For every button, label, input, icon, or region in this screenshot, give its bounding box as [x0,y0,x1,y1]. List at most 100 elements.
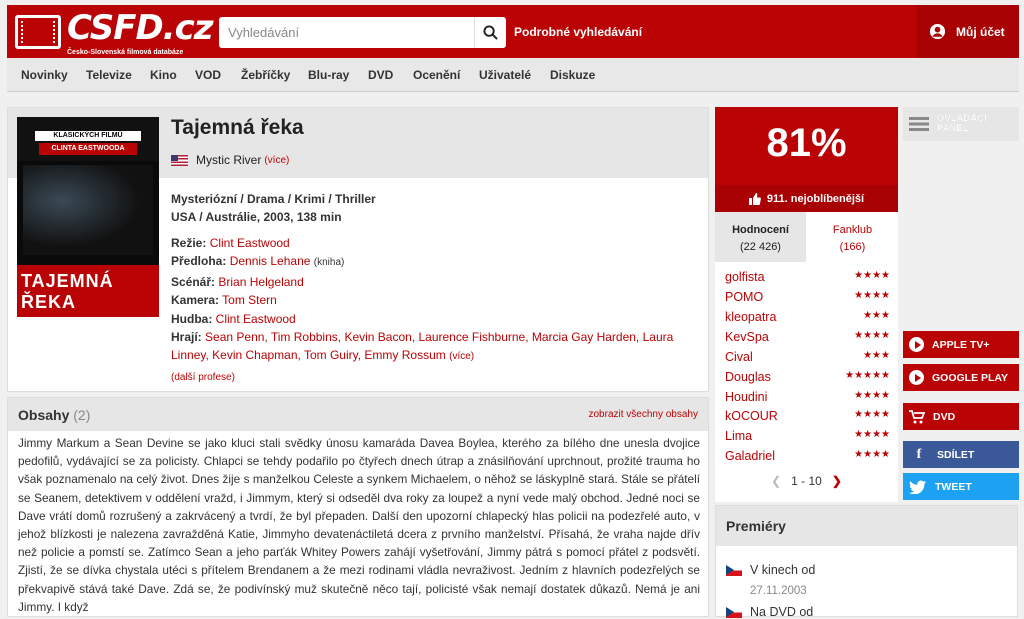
csfd-logo[interactable]: CSFD.cz Česko-Slovenská filmová databáze [15,9,214,56]
film-title: Tajemná řeka [171,116,304,139]
stars-icon: ★★★★ [854,270,890,281]
film-poster[interactable]: KLASICKÝCH FILMŮ CLINTA EASTWOODA TAJEMN… [17,117,159,317]
premieres-heading: Premiéry [716,506,1017,546]
user-ratings-list: golfista ★★★★ POMO ★★★★ kleopatra ★★★ KevSp… [715,262,898,502]
film-meta: Mysteriózní / Drama / Krimi / Thriller U… [171,190,376,226]
nav-item-charts[interactable]: Žebříčky [241,68,290,82]
more-titles-link[interactable]: (více) [264,155,289,166]
film-origin: USA / Austrálie, 2003, 138 min [171,210,342,224]
advanced-search-link[interactable]: Podrobné vyhledávání [514,25,642,39]
stars-icon: ★★★★ [854,330,890,341]
search-button[interactable] [474,17,506,48]
play-icon [909,370,924,385]
popularity-rank[interactable]: 911. nejoblíbenější [715,185,898,212]
nav-item-vod[interactable]: VOD [195,68,221,82]
stars-icon: ★★★ [863,310,890,321]
control-panel-label: OVLÁDACÍ PANEL [937,113,987,134]
show-all-plots-link[interactable]: zobrazit všechny obsahy [588,409,698,420]
film-strip-icon [15,15,61,49]
cast-links[interactable]: Sean Penn, Tim Robbins, Kevin Bacon, Lau… [205,330,673,344]
facebook-share-button[interactable]: f SDÍLET [903,441,1019,468]
premieres-box: Premiéry V kinech od 27.11.2003 Na DVD o… [715,505,1018,619]
user-rating-row[interactable]: Lima ★★★★ [725,429,890,449]
nav-item-dvd[interactable]: DVD [368,68,393,82]
ratings-pager: ❮ 1 - 10 ❯ [715,474,898,488]
stars-icon: ★★★★★ [845,370,890,381]
plot-count: (2) [73,407,91,423]
premiere-cinema-date: 27.11.2003 [750,585,807,597]
poster-series-label: KLASICKÝCH FILMŮ [35,131,141,141]
account-label: Můj účet [956,24,1005,39]
original-title-row: Mystic River (více) [171,153,289,167]
nav-item-bluray[interactable]: Blu-ray [308,68,349,82]
poster-title: TAJEMNÁ ŘEKA [17,265,159,317]
search-icon [483,25,498,40]
premiere-cinema-row: V kinech od [726,563,815,577]
twitter-icon [909,480,926,494]
user-rating-row[interactable]: Cival ★★★ [725,350,890,370]
nav-item-cinema[interactable]: Kino [150,68,177,82]
prev-page-icon[interactable]: ❮ [771,474,781,488]
user-rating-row[interactable]: kleopatra ★★★ [725,310,890,330]
rating-tabs: Hodnocení (22 426) Fanklub (166) [715,212,898,262]
account-button[interactable]: Můj účet [917,5,1019,58]
poster-director-label: CLINTA EASTWOODA [39,143,137,155]
logo-subtitle: Česko-Slovenská filmová databáze [67,49,184,56]
nav-item-news[interactable]: Novinky [21,68,68,82]
plot-text: Jimmy Markum a Sean Devine se jako kluci… [18,436,700,614]
tweet-button[interactable]: TWEET [903,473,1019,500]
rank-label: 911. nejoblíbenější [766,192,865,205]
user-rating-row[interactable]: Houdini ★★★★ [725,390,890,410]
cast-links-2[interactable]: Linney, Kevin Chapman, Tom Guiry, Emmy R… [171,348,446,362]
logo-text: CSFD.cz [67,8,214,48]
film-info-box: KLASICKÝCH FILMŮ CLINTA EASTWOODA TAJEMN… [7,107,709,392]
stars-icon: ★★★★ [854,390,890,401]
dvd-buy-button[interactable]: DVD [903,403,1019,430]
menu-icon [909,117,929,131]
original-title: Mystic River [196,153,262,167]
more-professions-link[interactable]: (další profese) [171,372,235,383]
user-rating-row[interactable]: POMO ★★★★ [725,290,890,310]
film-genres: Mysteriózní / Drama / Krimi / Thriller [171,192,376,206]
google-play-button[interactable]: GOOGLE PLAY [903,364,1019,391]
cz-flag-icon [726,564,742,576]
camera-link[interactable]: Tom Stern [222,293,277,307]
writer-link[interactable]: Brian Helgeland [218,275,303,289]
plot-header: Obsahy (2) zobrazit všechny obsahy [8,398,708,431]
user-icon [929,23,946,40]
source-author-link[interactable]: Dennis Lehane [230,254,311,268]
facebook-icon: f [916,446,922,462]
user-rating-row[interactable]: kOCOUR ★★★★ [725,409,890,429]
next-page-icon[interactable]: ❯ [832,474,842,488]
user-rating-row[interactable]: Galadriel ★★★★ [725,449,890,469]
tab-ratings[interactable]: Hodnocení (22 426) [715,212,806,262]
cz-flag-icon [726,606,742,618]
plot-box: Obsahy (2) zobrazit všechny obsahy Jimmy… [7,397,709,617]
apple-tv-button[interactable]: APPLE TV+ [903,331,1019,358]
stars-icon: ★★★★ [854,429,890,440]
tab-fanclub[interactable]: Fanklub (166) [807,212,898,262]
stars-icon: ★★★ [863,350,890,361]
rating-percent: 81% [766,121,847,165]
user-rating-row[interactable]: golfista ★★★★ [725,270,890,290]
nav-item-tv[interactable]: Televize [86,68,132,82]
thumbs-up-icon [748,192,761,205]
search-input[interactable] [219,17,469,48]
top-bar: CSFD.cz Česko-Slovenská filmová databáze… [7,5,1019,58]
director-link[interactable]: Clint Eastwood [210,236,290,250]
stars-icon: ★★★★ [854,409,890,420]
stars-icon: ★★★★ [854,449,890,460]
main-nav: Novinky Televize Kino VOD Žebříčky Blu-r… [7,58,1019,92]
user-rating-row[interactable]: Douglas ★★★★★ [725,370,890,390]
search-box [219,17,506,48]
music-link[interactable]: Clint Eastwood [216,312,296,326]
us-flag-icon [171,154,188,166]
more-cast-link[interactable]: (více) [449,351,474,362]
nav-item-awards[interactable]: Ocenění [413,68,460,82]
control-panel-button[interactable]: OVLÁDACÍ PANEL [903,107,1019,141]
rating-box: 81% 911. nejoblíbenější [715,107,898,212]
pager-label: 1 - 10 [791,474,822,488]
nav-item-users[interactable]: Uživatelé [479,68,531,82]
nav-item-discussion[interactable]: Diskuze [550,68,595,82]
user-rating-row[interactable]: KevSpa ★★★★ [725,330,890,350]
